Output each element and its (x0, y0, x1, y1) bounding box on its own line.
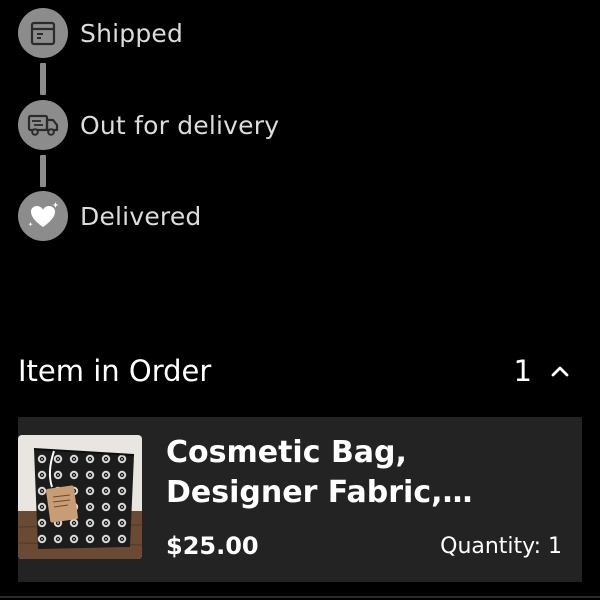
item-count: 1 (513, 354, 532, 388)
section-title: Item in Order (18, 354, 212, 388)
order-item-card[interactable]: Cosmetic Bag, Designer Fabric, Cotton Ca… (18, 417, 582, 582)
timeline-step-label: Out for delivery (80, 110, 280, 140)
timeline-step-out-for-delivery: Out for delivery (18, 100, 279, 150)
timeline-step-shipped: Shipped (18, 8, 183, 58)
timeline-connector (40, 63, 46, 95)
timeline-step-delivered: Delivered (18, 191, 201, 241)
section-header-controls: 1 (514, 354, 572, 388)
product-price: $25.00 (166, 532, 259, 560)
chevron-up-icon[interactable] (548, 359, 572, 383)
delivery-truck-icon (18, 100, 68, 150)
box-icon (18, 8, 68, 58)
items-section-header[interactable]: Item in Order 1 (18, 350, 572, 392)
bottom-divider (0, 596, 600, 598)
product-thumbnail[interactable] (18, 435, 142, 559)
timeline-connector (40, 155, 46, 187)
product-title[interactable]: Cosmetic Bag, Designer Fabric, Cotton Ca… (166, 433, 566, 513)
timeline-step-label: Delivered (80, 201, 202, 231)
product-quantity: Quantity: 1 (440, 534, 562, 559)
heart-sparkle-icon (18, 191, 68, 241)
order-details-page: Shipped Out for delivery Delivered Item … (0, 0, 600, 600)
timeline-step-label: Shipped (80, 18, 184, 48)
